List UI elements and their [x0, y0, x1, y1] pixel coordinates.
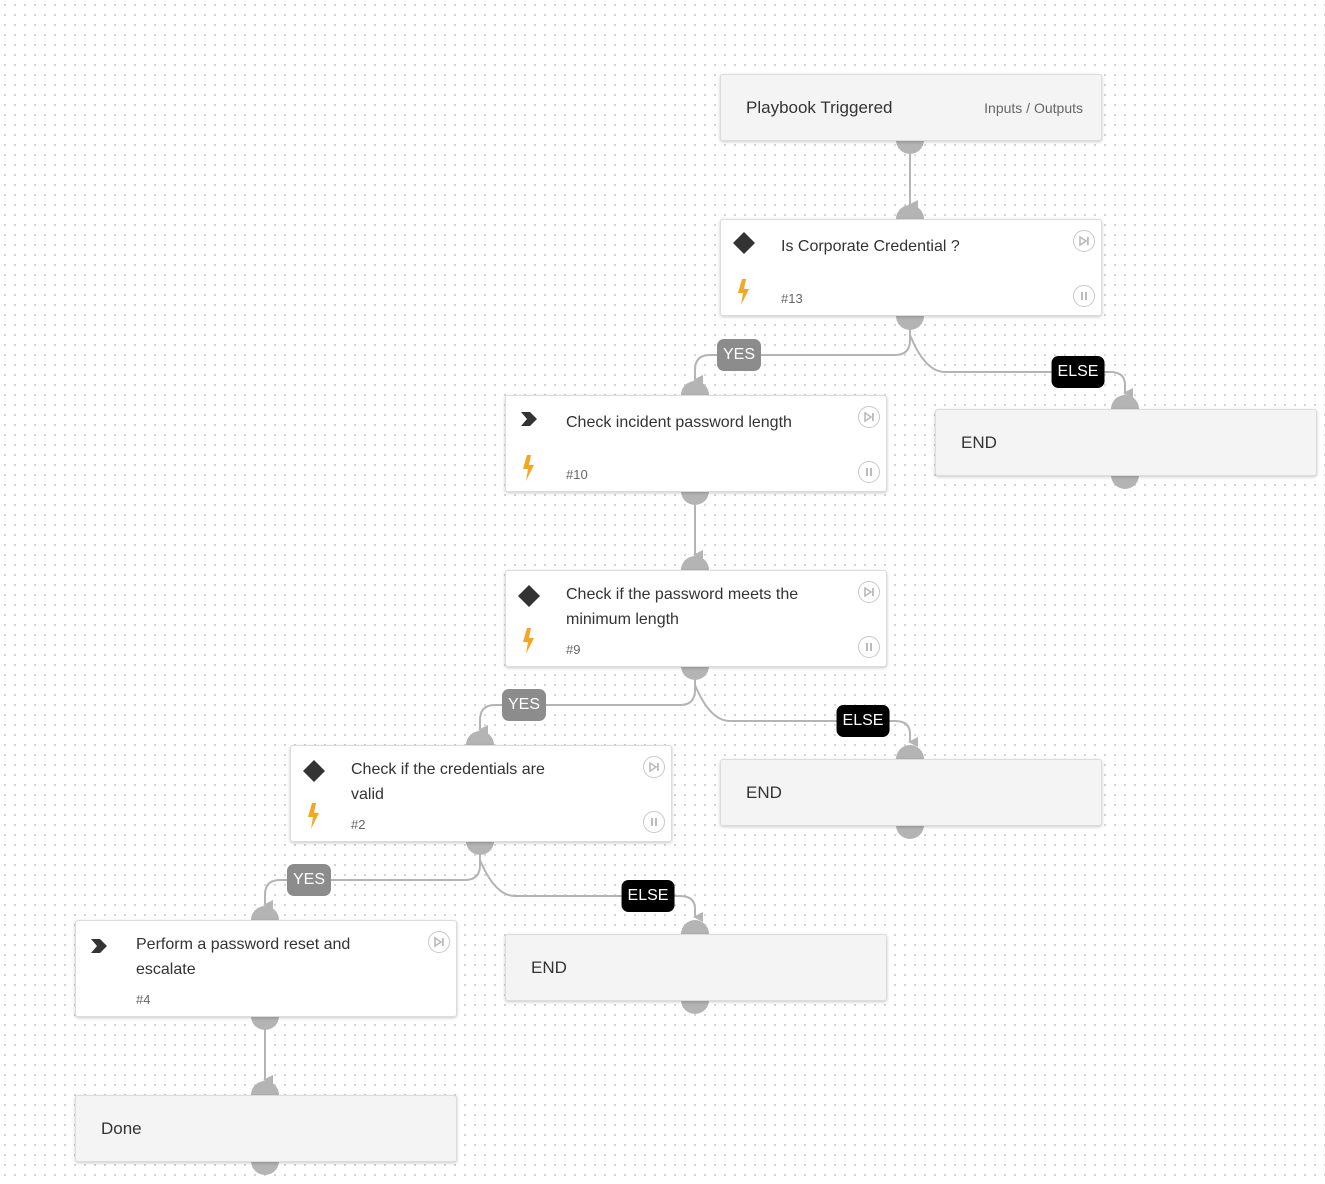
pause-task-button[interactable]: [858, 461, 880, 483]
node-title: Check if the password meets the minimum …: [566, 586, 799, 628]
task-node-9[interactable]: Check if the password meets the minimum …: [505, 570, 887, 667]
pause-icon: [651, 818, 657, 826]
task-node-13[interactable]: Is Corporate Credential ? #13: [720, 219, 1102, 316]
condition-diamond-icon: [303, 760, 325, 782]
yes-label[interactable]: YES: [501, 689, 547, 721]
skip-icon: [434, 936, 444, 948]
task-id: #9: [566, 642, 581, 657]
task-id: #10: [566, 467, 588, 482]
node-title: END: [746, 783, 782, 802]
task-node-4[interactable]: Perform a password reset and escalate #4: [75, 920, 457, 1017]
skip-icon: [649, 761, 659, 773]
node-title: Is Corporate Credential ?: [781, 238, 960, 255]
else-label[interactable]: ELSE: [1051, 356, 1105, 388]
skip-icon: [864, 586, 874, 598]
lightning-bolt-icon: [523, 455, 534, 481]
skip-icon: [864, 411, 874, 423]
task-node-10[interactable]: Check incident password length #10: [505, 395, 887, 492]
node-title: END: [531, 958, 567, 977]
done-node[interactable]: Done: [75, 1095, 457, 1162]
regular-task-chevron-icon: [521, 412, 537, 426]
playbook-triggered-node[interactable]: Playbook Triggered Inputs / Outputs: [720, 74, 1102, 141]
lightning-bolt-icon: [308, 803, 319, 829]
end-node[interactable]: END: [935, 409, 1317, 476]
pause-task-button[interactable]: [858, 636, 880, 658]
pause-icon: [866, 643, 872, 651]
skip-task-button[interactable]: [1073, 230, 1095, 252]
else-label[interactable]: ELSE: [836, 705, 890, 737]
inputs-outputs-link[interactable]: Inputs / Outputs: [984, 75, 1083, 140]
skip-task-button[interactable]: [643, 756, 665, 778]
skip-icon: [1079, 235, 1089, 247]
end-node[interactable]: END: [505, 934, 887, 1001]
skip-task-button[interactable]: [858, 581, 880, 603]
skip-task-button[interactable]: [428, 931, 450, 953]
regular-task-chevron-icon: [91, 939, 107, 953]
condition-diamond-icon: [518, 585, 540, 607]
task-id: #4: [136, 992, 151, 1007]
node-title: Check if the credentials are valid: [351, 761, 545, 803]
node-title: Playbook Triggered: [746, 98, 893, 117]
pause-task-button[interactable]: [643, 811, 665, 833]
condition-diamond-icon: [733, 232, 755, 254]
node-title: Check incident password length: [566, 414, 792, 431]
yes-label[interactable]: YES: [286, 864, 332, 896]
pause-task-button[interactable]: [1073, 285, 1095, 307]
lightning-bolt-icon: [523, 628, 534, 654]
yes-label[interactable]: YES: [716, 339, 762, 371]
node-title: END: [961, 433, 997, 452]
task-node-2[interactable]: Check if the credentials are valid #2: [290, 745, 672, 842]
task-id: #13: [781, 291, 803, 306]
pause-icon: [866, 468, 872, 476]
end-node[interactable]: END: [720, 759, 1102, 826]
task-id: #2: [351, 817, 366, 832]
skip-task-button[interactable]: [858, 406, 880, 428]
pause-icon: [1081, 292, 1087, 300]
lightning-bolt-icon: [738, 279, 749, 305]
node-title: Done: [101, 1119, 142, 1138]
node-title: Perform a password reset and escalate: [136, 936, 351, 978]
else-label[interactable]: ELSE: [621, 880, 675, 912]
